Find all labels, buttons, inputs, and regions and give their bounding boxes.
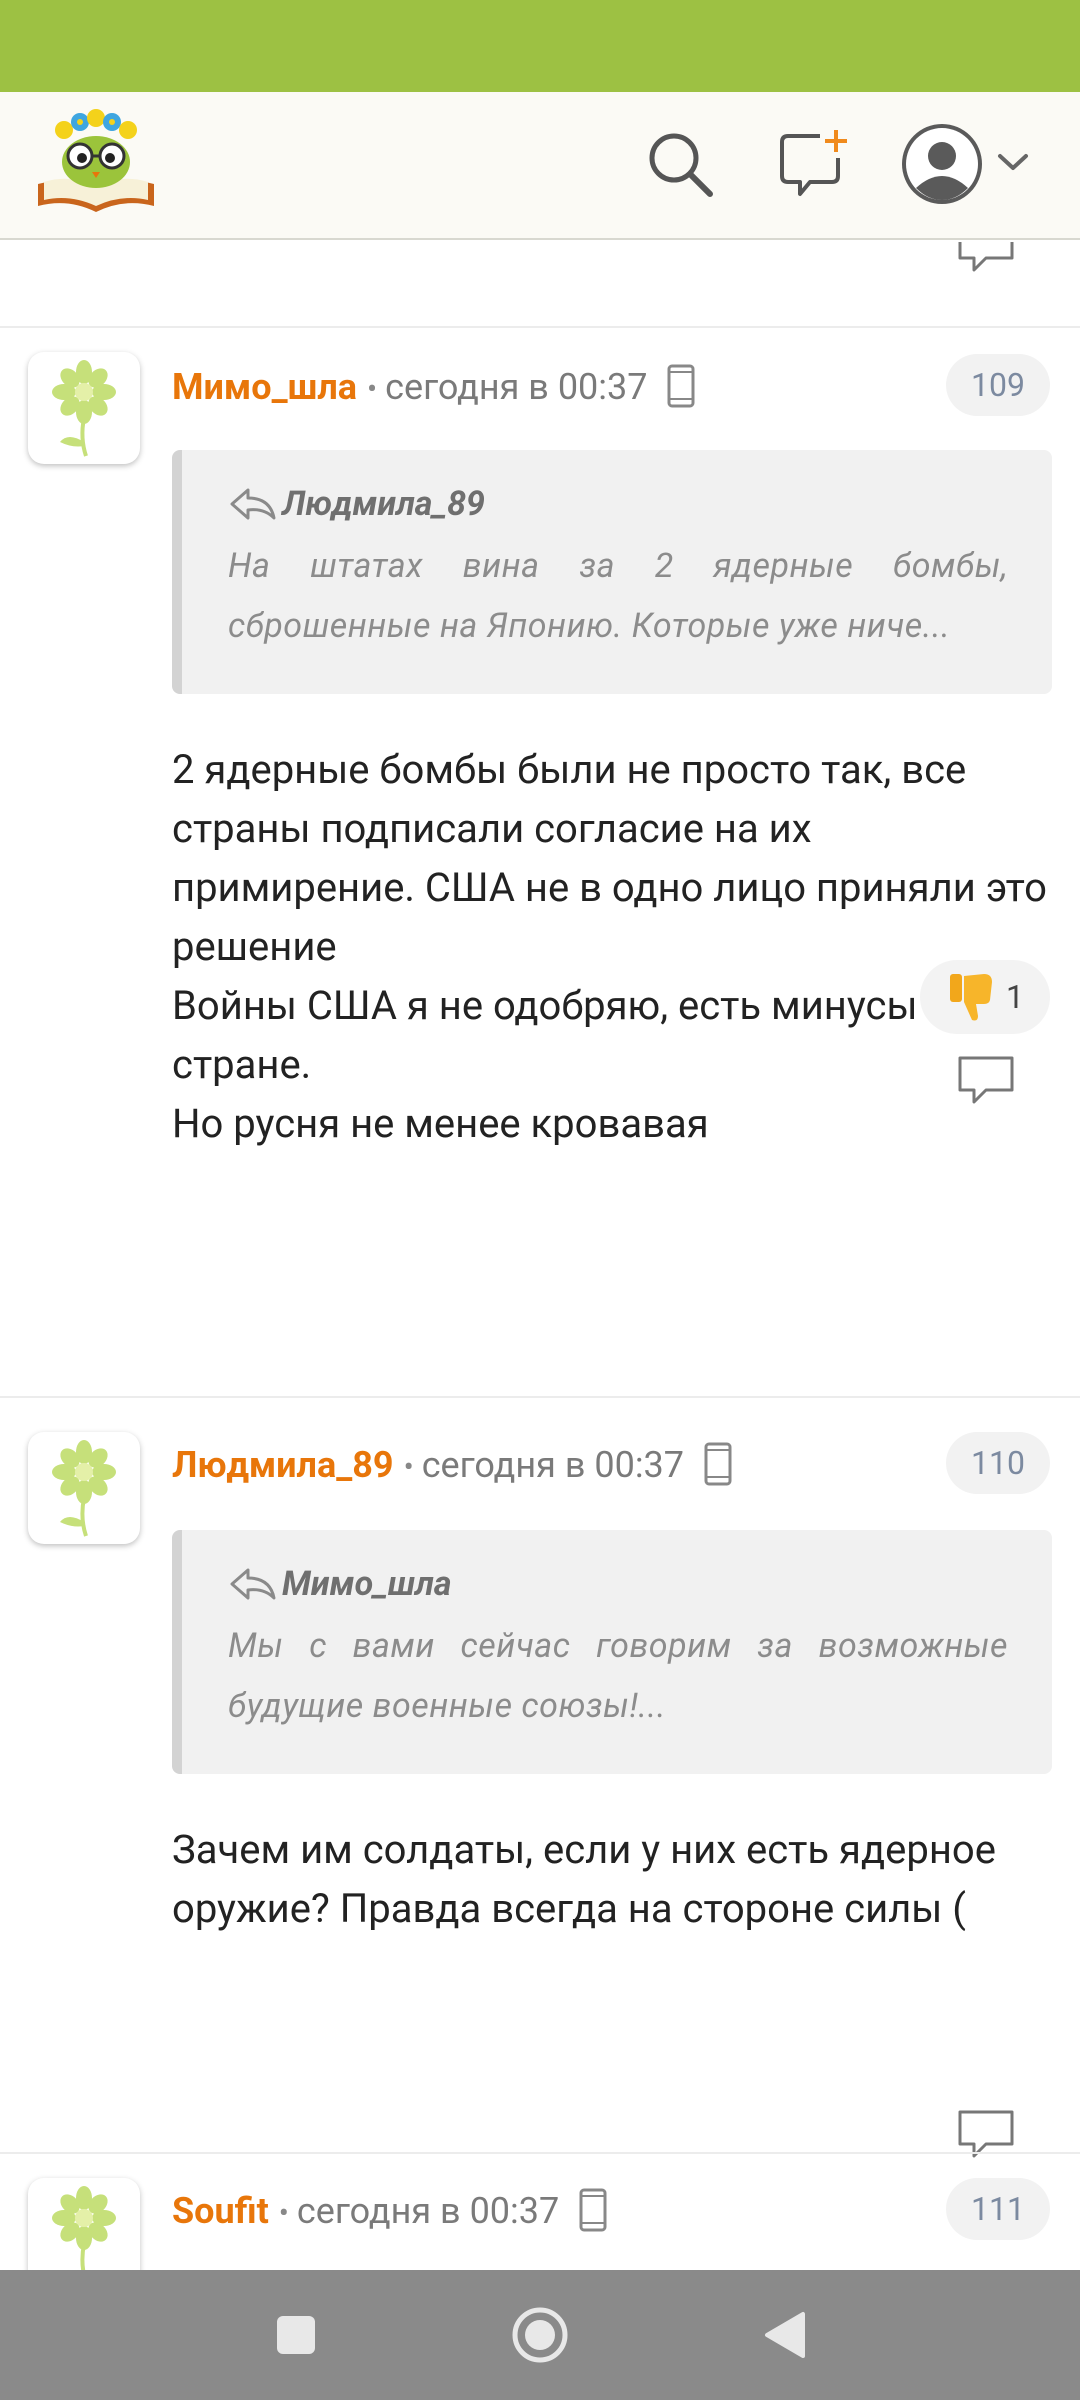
profile-menu[interactable]	[900, 122, 1040, 210]
avatar[interactable]	[28, 2178, 140, 2270]
comment-time: сегодня в 00:37	[385, 366, 648, 408]
vote-count: 1	[1006, 978, 1024, 1016]
comment-number[interactable]: 109	[946, 354, 1050, 416]
comment-text: 2 ядерные бомбы были не просто так, все …	[172, 746, 1047, 1147]
quote-block[interactable]: Людмила_89 На штатах вина за 2 ядерные б…	[172, 450, 1052, 694]
back-button[interactable]	[744, 2270, 824, 2400]
divider	[0, 2152, 1080, 2154]
quote-author: Людмила_89	[282, 484, 485, 524]
mobile-device-icon	[704, 1442, 732, 1486]
reply-icon[interactable]	[956, 1054, 1016, 1106]
comment-author[interactable]: Soufit • сегодня в 00:37	[172, 2188, 608, 2233]
reply-arrow-icon	[230, 488, 276, 520]
comment-author[interactable]: Людмила_89 • сегодня в 00:37	[172, 1442, 733, 1487]
thumbs-down-icon	[950, 974, 992, 1021]
home-button[interactable]	[500, 2270, 580, 2400]
mobile-device-icon	[667, 364, 695, 408]
comment-number[interactable]: 110	[946, 1432, 1050, 1494]
quote-text: Мы с вами сейчас говорим за возможные бу…	[228, 1626, 1008, 1726]
system-navigation-bar	[0, 2270, 1080, 2400]
quote-text: На штатах вина за 2 ядерные бомбы, сброш…	[228, 546, 1008, 646]
status-bar	[0, 0, 1080, 92]
quote-author: Мимо_шла	[282, 1564, 452, 1604]
square-icon	[277, 2316, 315, 2354]
comment-time: сегодня в 00:37	[296, 2190, 560, 2232]
daisy-icon	[52, 360, 116, 457]
comments-feed[interactable]: Мимо_шла • сегодня в 00:37 109 Людмила_89 …	[0, 242, 1080, 2270]
comment-author[interactable]: Мимо_шла • сегодня в 00:37	[172, 364, 696, 409]
divider	[0, 326, 1080, 328]
daisy-icon	[52, 2186, 116, 2270]
dislike-button[interactable]: 1	[920, 960, 1050, 1034]
circle-icon	[512, 2307, 568, 2363]
back-triangle-icon	[765, 2312, 805, 2358]
daisy-icon	[52, 1440, 116, 1537]
quote-block[interactable]: Мимо_шла Мы с вами сейчас говорим за воз…	[172, 1530, 1052, 1774]
new-message-icon[interactable]	[776, 128, 852, 204]
avatar[interactable]	[28, 352, 140, 464]
avatar[interactable]	[28, 1432, 140, 1544]
mobile-device-icon	[579, 2188, 607, 2232]
top-app-bar	[0, 92, 1080, 240]
comment-text: Зачем им солдаты, если у них есть ядерно…	[172, 1826, 996, 1932]
site-logo[interactable]	[34, 106, 158, 214]
reply-arrow-icon	[230, 1568, 276, 1600]
recents-button[interactable]	[256, 2270, 336, 2400]
comment-number[interactable]: 111	[946, 2178, 1050, 2240]
search-icon[interactable]	[644, 128, 716, 204]
comment-time: сегодня в 00:37	[421, 1444, 685, 1486]
reply-icon[interactable]	[956, 242, 1016, 274]
divider	[0, 1396, 1080, 1398]
